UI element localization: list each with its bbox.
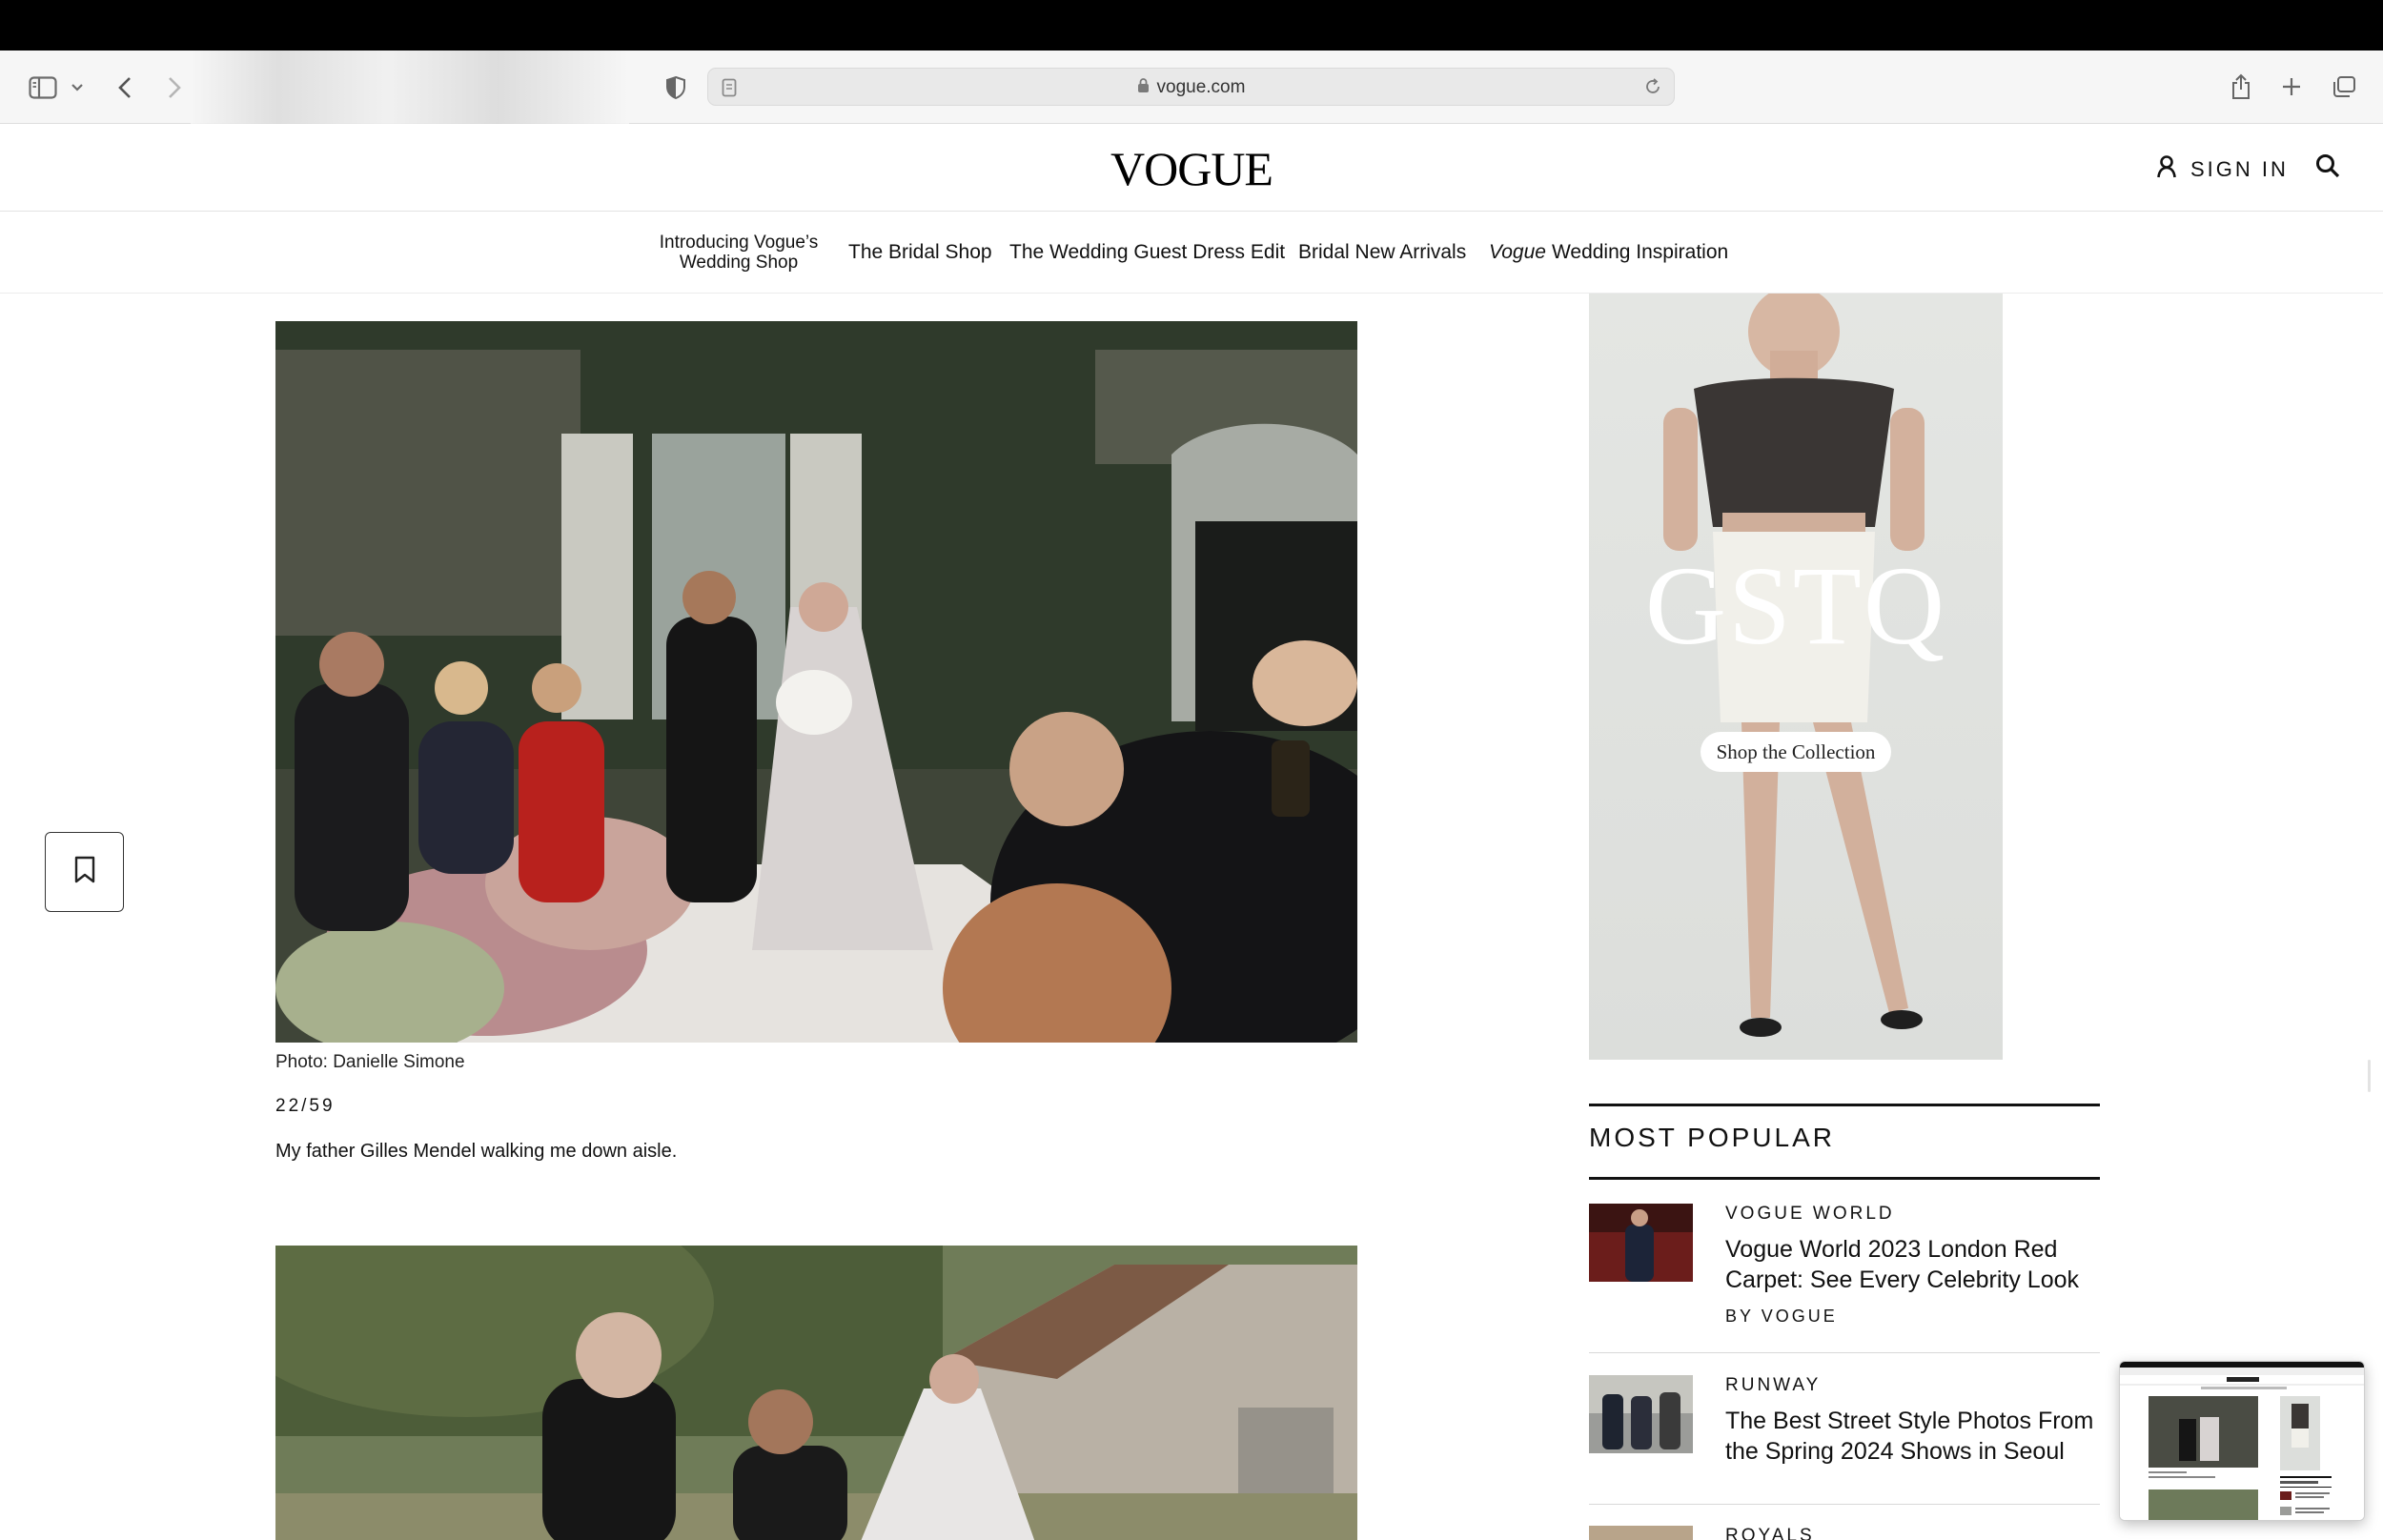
photo-credit: Photo: Danielle Simone [275,1052,465,1072]
address-bar[interactable]: vogue.com [707,68,1675,106]
browser-toolbar: vogue.com [0,51,2383,124]
gstq-advertisement[interactable]: GSTQ Shop the Collection [1589,294,2003,1060]
site-header: VOGUE SIGN IN [0,124,2383,212]
tab-overview-icon[interactable] [2330,73,2358,100]
site-nav: Introducing Vogue’s Wedding Shop The Bri… [0,212,2383,294]
article-headline[interactable]: Vogue World 2023 London Red Carpet: See … [1725,1234,2107,1295]
page-preview-thumbnail[interactable] [2119,1361,2365,1521]
nav-item-wedding-shop[interactable]: Introducing Vogue’s Wedding Shop [648,212,829,294]
nav-item-label: Introducing Vogue’s Wedding Shop [659,233,819,273]
nav-item-guest-dress-edit[interactable]: The Wedding Guest Dress Edit [1009,212,1285,294]
nav-item-label: The Bridal Shop [848,241,992,263]
shop-collection-button[interactable]: Shop the Collection [1701,732,1891,772]
chevron-down-icon[interactable] [69,79,86,96]
menu-bar [0,0,2383,51]
toolbar-blur [191,51,629,124]
sign-in-label: SIGN IN [2190,157,2289,181]
wedding-photo-aisle[interactable] [275,321,1357,1043]
share-icon[interactable] [2229,71,2253,102]
most-popular-item[interactable]: VOGUE WORLD Vogue World 2023 London Red … [1589,1204,2100,1329]
most-popular-title: MOST POPULAR [1589,1123,1835,1152]
nav-item-bridal-new-arrivals[interactable]: Bridal New Arrivals [1298,212,1466,294]
wedding-photo-greeting[interactable] [275,1246,1357,1540]
most-popular-bottom-rule [1589,1177,2100,1180]
bookmark-icon [73,856,96,889]
most-popular-item[interactable]: RUNWAY The Best Street Style Photos From… [1589,1375,2100,1489]
article-category[interactable]: VOGUE WORLD [1725,1204,1895,1225]
most-popular-item[interactable]: ROYALS [1589,1526,2100,1540]
scrollbar-hint[interactable] [2368,1060,2371,1092]
nav-item-label: Bridal New Arrivals [1298,241,1467,263]
gallery-counter: 22/59 [275,1096,336,1116]
most-popular-top-rule [1589,1104,2100,1106]
article-category[interactable]: RUNWAY [1725,1375,1821,1396]
photo-caption: My father Gilles Mendel walking me down … [275,1141,678,1162]
search-icon[interactable] [2314,152,2341,184]
article-category[interactable]: ROYALS [1725,1526,1815,1540]
article-headline[interactable]: The Best Street Style Photos From the Sp… [1725,1406,2107,1467]
ad-brand-logo: GSTQ [1644,543,1947,668]
article-thumbnail[interactable] [1589,1526,1693,1540]
vogue-logo[interactable]: VOGUE [0,141,2383,196]
new-tab-icon[interactable] [2278,73,2305,100]
article-thumbnail[interactable] [1589,1375,1693,1453]
nav-item-label: Wedding Inspiration [1551,241,1729,263]
most-popular-divider [1589,1504,2100,1505]
reload-icon[interactable] [1643,77,1662,101]
user-icon [2156,154,2177,185]
nav-item-bridal-shop[interactable]: The Bridal Shop [848,212,992,294]
bookmark-button[interactable] [45,832,124,912]
url-text: vogue.com [1156,77,1246,97]
sidebar-toggle-icon[interactable] [27,73,59,102]
article-thumbnail[interactable] [1589,1204,1693,1282]
back-icon[interactable] [112,73,137,102]
forward-icon[interactable] [162,73,187,102]
url-display[interactable]: vogue.com [708,69,1674,107]
article-byline: BY VOGUE [1725,1307,1838,1326]
sign-in-link[interactable]: SIGN IN [2156,152,2289,187]
privacy-shield-icon[interactable] [663,73,688,102]
nav-item-prefix: Vogue [1489,241,1546,263]
nav-item-label: The Wedding Guest Dress Edit [1009,241,1286,263]
lock-icon [1137,77,1150,99]
most-popular-divider [1589,1352,2100,1353]
nav-item-wedding-inspiration[interactable]: Vogue Wedding Inspiration [1489,212,1728,294]
